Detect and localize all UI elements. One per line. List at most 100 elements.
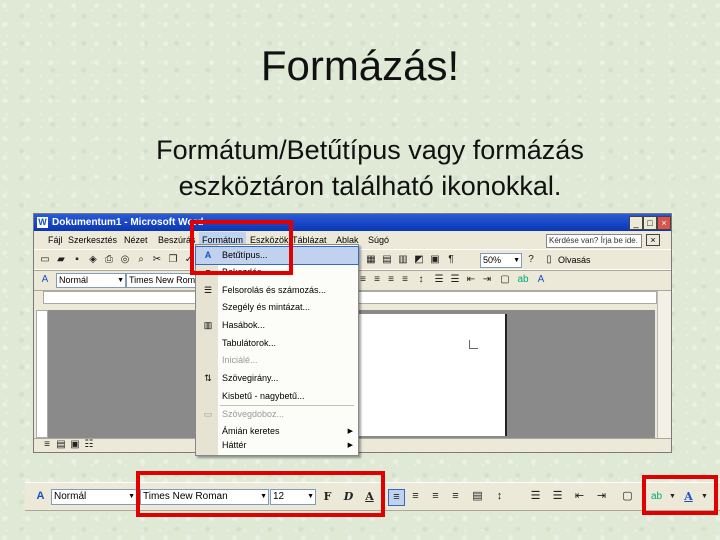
menu-item-bullets-numbering[interactable]: ☰ Felsorolás és számozás... [196, 282, 358, 299]
font-settings-highlight [136, 471, 385, 517]
menu-item-borders-shading[interactable]: Szegély és mintázat... [196, 299, 358, 316]
justify-icon[interactable]: ≡ [448, 489, 463, 504]
menu-item-background[interactable]: Háttér ▶ [196, 437, 358, 454]
help-search-input[interactable]: Kérdése van? Írja be ide. [546, 234, 642, 248]
slide-body-line: Formátum/Betűtípus vagy formázás [156, 135, 584, 165]
menu-item-label: Iniciálé... [222, 355, 258, 365]
align-right-icon[interactable]: ≡ [428, 489, 443, 504]
style-select[interactable]: Normál ▼ [51, 489, 137, 505]
read-icon[interactable]: ▯ [542, 253, 556, 267]
read-button[interactable]: Olvasás [558, 253, 591, 267]
font-select[interactable]: Times New Roman [126, 273, 198, 288]
show-hide-icon[interactable]: ¶ [444, 253, 458, 267]
save-icon[interactable]: ▪ [70, 253, 84, 267]
menu-item-label: Felsorolás és számozás... [222, 285, 327, 295]
print-view-icon[interactable]: ▣ [68, 439, 82, 451]
line-spacing-icon[interactable]: ↕ [492, 489, 507, 504]
maximize-button[interactable]: □ [643, 216, 657, 230]
web-view-icon[interactable]: ▤ [54, 439, 68, 451]
text-direction-icon: ⇅ [204, 373, 212, 383]
menu-item-label: Hasábok... [222, 320, 266, 330]
styles-icon[interactable]: A [33, 489, 48, 504]
increase-indent-icon[interactable]: ⇥ [594, 489, 609, 504]
increase-indent-icon[interactable]: ⇥ [480, 273, 494, 287]
menu-item-label: Tabulátorok... [222, 338, 277, 348]
table-icon[interactable]: ▦ [364, 253, 378, 267]
format-menu: A Betűtípus... ≡ Bekezdés... ☰ Felsorolá… [195, 244, 359, 456]
color-buttons-highlight [642, 475, 718, 515]
research-icon[interactable]: ⌕ [134, 253, 148, 267]
bullets-icon[interactable]: ☰ [550, 489, 565, 504]
align-left-icon[interactable]: ≡ [388, 489, 405, 506]
permission-icon[interactable]: ◈ [86, 253, 100, 267]
zoom-select[interactable]: 50% ▼ [480, 253, 522, 268]
slide-body-line: eszköztáron található ikonokkal. [178, 171, 562, 201]
chevron-down-icon: ▼ [513, 257, 520, 264]
copy-icon[interactable]: ❐ [166, 253, 180, 267]
menu-item-columns[interactable]: ▥ Hasábok... [196, 317, 358, 334]
window-title: Dokumentum1 - Microsoft Word [52, 217, 204, 228]
menu-help[interactable]: Súgó [368, 232, 389, 249]
excel-icon[interactable]: ▤ [380, 253, 394, 267]
word-app-icon: W [37, 217, 48, 228]
numbering-icon[interactable]: ☰ [528, 489, 543, 504]
window-titlebar: W Dokumentum1 - Microsoft Word _ □ × [34, 214, 671, 231]
doc-close-icon[interactable]: × [646, 234, 660, 246]
highlight-icon[interactable]: ab [516, 273, 530, 287]
new-document-icon[interactable]: ▭ [38, 253, 52, 267]
bullets-icon[interactable]: ☰ [448, 273, 462, 287]
menu-edit[interactable]: Szerkesztés [68, 232, 117, 249]
columns-icon: ▥ [203, 320, 213, 330]
print-icon[interactable]: ⎙ [102, 253, 116, 267]
menu-item-label: Háttér [222, 440, 247, 450]
normal-view-icon[interactable]: ≡ [40, 439, 54, 451]
align-right-icon[interactable]: ≡ [384, 273, 398, 287]
font-value: Times New Roman [129, 275, 198, 285]
numbering-icon[interactable]: ☰ [432, 273, 446, 287]
bullets-numbering-icon: ☰ [203, 285, 213, 295]
align-center-icon[interactable]: ≡ [408, 489, 423, 504]
outside-border-icon[interactable]: ▢ [620, 489, 635, 504]
submenu-arrow-icon: ▶ [347, 442, 353, 449]
open-icon[interactable]: ▰ [54, 253, 68, 267]
decrease-indent-icon[interactable]: ⇤ [572, 489, 587, 504]
vertical-scrollbar[interactable] [657, 291, 671, 439]
menu-item-label: Szegély és mintázat... [222, 302, 311, 312]
menu-item-text-box[interactable]: ▭ Szövegdoboz... [196, 406, 358, 423]
distributed-icon[interactable]: ▤ [470, 489, 485, 504]
menu-item-label: Szövegdoboz... [222, 409, 285, 419]
drawing-icon[interactable]: ◩ [412, 253, 426, 267]
menu-item-text-direction[interactable]: ⇅ Szövegirány... [196, 370, 358, 387]
menu-item-drop-cap[interactable]: Iniciálé... [196, 352, 358, 369]
vertical-ruler[interactable] [36, 310, 48, 438]
format-font-highlight [190, 220, 293, 275]
menu-item-label: Szövegirány... [222, 373, 279, 383]
border-icon[interactable]: ▢ [498, 273, 512, 287]
text-box-icon: ▭ [203, 409, 213, 419]
font-color-icon[interactable]: A [534, 273, 548, 287]
justify-icon[interactable]: ≡ [398, 273, 412, 287]
decrease-indent-icon[interactable]: ⇤ [464, 273, 478, 287]
minimize-button[interactable]: _ [629, 216, 643, 230]
document-page[interactable] [340, 314, 507, 436]
document-map-icon[interactable]: ▣ [428, 253, 442, 267]
zoom-value: 50% [483, 255, 502, 265]
menu-item-change-case[interactable]: Kisbetű - nagybetű... [196, 388, 358, 405]
columns-icon[interactable]: ▥ [396, 253, 410, 267]
styles-icon[interactable]: A [38, 273, 52, 287]
cut-icon[interactable]: ✂ [150, 253, 164, 267]
outline-view-icon[interactable]: ☷ [82, 439, 96, 451]
preview-icon[interactable]: ◎ [118, 253, 132, 267]
align-center-icon[interactable]: ≡ [370, 273, 384, 287]
help-icon[interactable]: ? [524, 253, 538, 267]
slide-title: Formázás! [260, 42, 460, 89]
style-select[interactable]: Normál ▼ [56, 273, 126, 288]
chevron-down-icon: ▼ [128, 493, 135, 500]
menu-file[interactable]: Fájl [48, 232, 63, 249]
menu-item-tabs[interactable]: Tabulátorok... [196, 335, 358, 352]
line-spacing-icon[interactable]: ↕ [414, 273, 428, 287]
slide-body: Formátum/Betűtípus vagy formázás eszközt… [90, 132, 650, 204]
close-button[interactable]: × [657, 216, 671, 230]
style-value: Normál [54, 491, 87, 502]
menu-view[interactable]: Nézet [124, 232, 148, 249]
